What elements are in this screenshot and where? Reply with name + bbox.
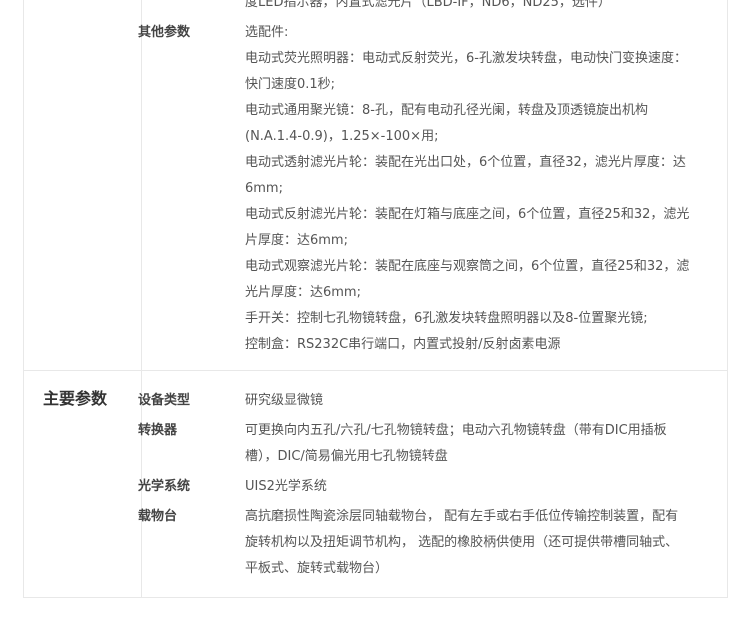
spec-value-fragment: 度LED指示器，内置式滤光片（LBD-IF，ND6，ND25，选件） bbox=[245, 0, 611, 10]
spec-value-device-type: 研究级显微镜 bbox=[245, 393, 324, 408]
spec-value-optical-system: UIS2光学系统 bbox=[245, 479, 327, 494]
accessory-line: 电动式观察滤光片轮：装配在底座与观察筒之间，6个位置，直径25和32，滤光片厚度… bbox=[245, 259, 690, 300]
spec-label-optical-system: 光学系统 bbox=[138, 479, 191, 494]
spec-value-stage: 高抗磨损性陶瓷涂层同轴载物台， 配有左手或右手低位传输控制装置，配有旋转机构以及… bbox=[245, 509, 679, 576]
section-title-main-params: 主要参数 bbox=[43, 389, 108, 408]
spec-label-other-params: 其他参数 bbox=[138, 25, 191, 40]
accessory-line: 电动式通用聚光镜：8-孔，配有电动孔径光阑，转盘及顶透镜旋出机构(N.A.1.4… bbox=[245, 103, 648, 144]
spec-value-nosepiece: 可更换向内五孔/六孔/七孔物镜转盘；电动六孔物镜转盘（带有DIC用插板槽），DI… bbox=[245, 423, 667, 464]
accessory-line: 电动式透射滤光片轮：装配在光出口处，6个位置，直径32，滤光片厚度：达6mm; bbox=[245, 155, 686, 196]
accessory-line: 控制盒：RS232C串行端口，内置式投射/反射卤素电源 bbox=[245, 337, 561, 352]
accessory-line: 电动式荧光照明器：电动式反射荧光，6-孔激发块转盘，电动快门变换速度：快门速度0… bbox=[245, 51, 687, 92]
spec-label-device-type: 设备类型 bbox=[138, 393, 191, 408]
accessory-line: 电动式反射滤光片轮：装配在灯箱与底座之间，6个位置，直径25和32，滤光片厚度：… bbox=[245, 207, 690, 248]
spec-label-stage: 载物台 bbox=[138, 509, 178, 524]
spec-value-other-params: 选配件: 电动式荧光照明器：电动式反射荧光，6-孔激发块转盘，电动快门变换速度：… bbox=[245, 20, 690, 358]
accessory-line: 选配件: bbox=[245, 25, 289, 40]
section-divider bbox=[24, 370, 727, 371]
spec-label-nosepiece: 转换器 bbox=[138, 423, 178, 438]
accessory-line: 手开关：控制七孔物镜转盘，6孔激发块转盘照明器以及8-位置聚光镜; bbox=[245, 311, 648, 326]
